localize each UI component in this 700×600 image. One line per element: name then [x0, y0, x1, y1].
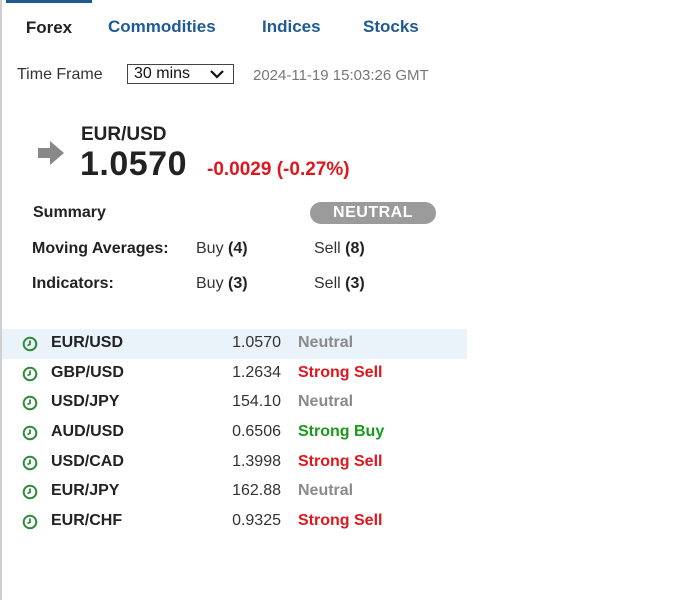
pair-name: EUR/USD: [81, 124, 167, 145]
row-signal: Strong Sell: [298, 452, 383, 470]
tab-stocks[interactable]: Stocks: [363, 0, 419, 40]
row-price: 154.10: [232, 393, 281, 411]
clock-icon: [22, 514, 38, 530]
clock-icon: [22, 455, 38, 471]
row-price: 0.9325: [232, 512, 281, 530]
indicators-buy: Buy (3): [196, 275, 248, 292]
timeframe-timestamp: 2024-11-19 15:03:26 GMT: [253, 67, 429, 84]
clock-icon: [22, 366, 38, 381]
tab-indices[interactable]: Indices: [262, 0, 321, 40]
row-signal: Strong Sell: [298, 512, 383, 530]
timeframe-selected-value: 30 mins: [134, 65, 191, 82]
arrow-right-icon: [38, 141, 64, 165]
row-signal: Neutral: [298, 334, 354, 351]
table-row[interactable]: AUD/USD 0.6506 Strong Buy: [2, 418, 467, 448]
quotes-table: EUR/USD 1.0570 Neutral GBP/USD 1.2634 Strong …: [2, 329, 467, 537]
pair-change: -0.0029 (-0.27%): [207, 159, 350, 180]
market-tabs: Forex Commodities Indices Stocks: [0, 0, 470, 40]
row-price: 1.3998: [232, 452, 281, 470]
moving-averages-label: Moving Averages:: [32, 240, 169, 257]
row-price: 1.0570: [232, 334, 281, 351]
row-pair[interactable]: AUD/USD: [51, 423, 124, 441]
pair-price: 1.0570: [80, 145, 187, 183]
table-row[interactable]: EUR/USD 1.0570 Neutral: [2, 329, 467, 359]
tab-commodities[interactable]: Commodities: [108, 0, 216, 40]
row-pair[interactable]: USD/CAD: [51, 453, 124, 471]
clock-icon: [22, 336, 38, 352]
timeframe-label: Time Frame: [17, 66, 103, 83]
timeframe-select[interactable]: 30 mins: [127, 64, 234, 84]
row-signal: Strong Sell: [298, 363, 383, 381]
row-pair[interactable]: EUR/USD: [51, 334, 123, 352]
row-pair[interactable]: USD/JPY: [51, 393, 119, 411]
chevron-down-icon: [210, 70, 224, 79]
tab-forex[interactable]: Forex: [6, 0, 92, 40]
row-pair[interactable]: EUR/JPY: [51, 482, 119, 500]
row-signal: Neutral: [298, 482, 354, 500]
moving-averages-sell: Sell (8): [314, 240, 365, 257]
indicators-sell: Sell (3): [314, 275, 365, 292]
row-pair[interactable]: GBP/USD: [51, 364, 124, 382]
summary-label: Summary: [33, 204, 106, 221]
moving-averages-buy: Buy (4): [196, 240, 248, 257]
table-row[interactable]: GBP/USD 1.2634 Strong Sell: [2, 359, 467, 389]
table-row[interactable]: EUR/JPY 162.88 Neutral: [2, 477, 467, 507]
row-pair[interactable]: EUR/CHF: [51, 512, 122, 530]
clock-icon: [22, 485, 38, 500]
row-signal: Neutral: [298, 393, 354, 411]
timeframe-row: Time Frame 30 mins 2024-11-19 15:03:26 G…: [17, 64, 467, 86]
row-price: 1.2634: [232, 363, 281, 381]
row-price: 162.88: [232, 482, 281, 500]
indicators-label: Indicators:: [32, 275, 114, 292]
table-row[interactable]: USD/JPY 154.10 Neutral: [2, 388, 467, 418]
summary-badge: NEUTRAL: [310, 202, 436, 224]
row-price: 0.6506: [232, 423, 281, 441]
clock-icon: [22, 396, 38, 411]
table-row[interactable]: EUR/CHF 0.9325 Strong Sell: [2, 507, 467, 537]
table-row[interactable]: USD/CAD 1.3998 Strong Sell: [2, 448, 467, 478]
row-signal: Strong Buy: [298, 423, 385, 441]
clock-icon: [22, 425, 38, 441]
